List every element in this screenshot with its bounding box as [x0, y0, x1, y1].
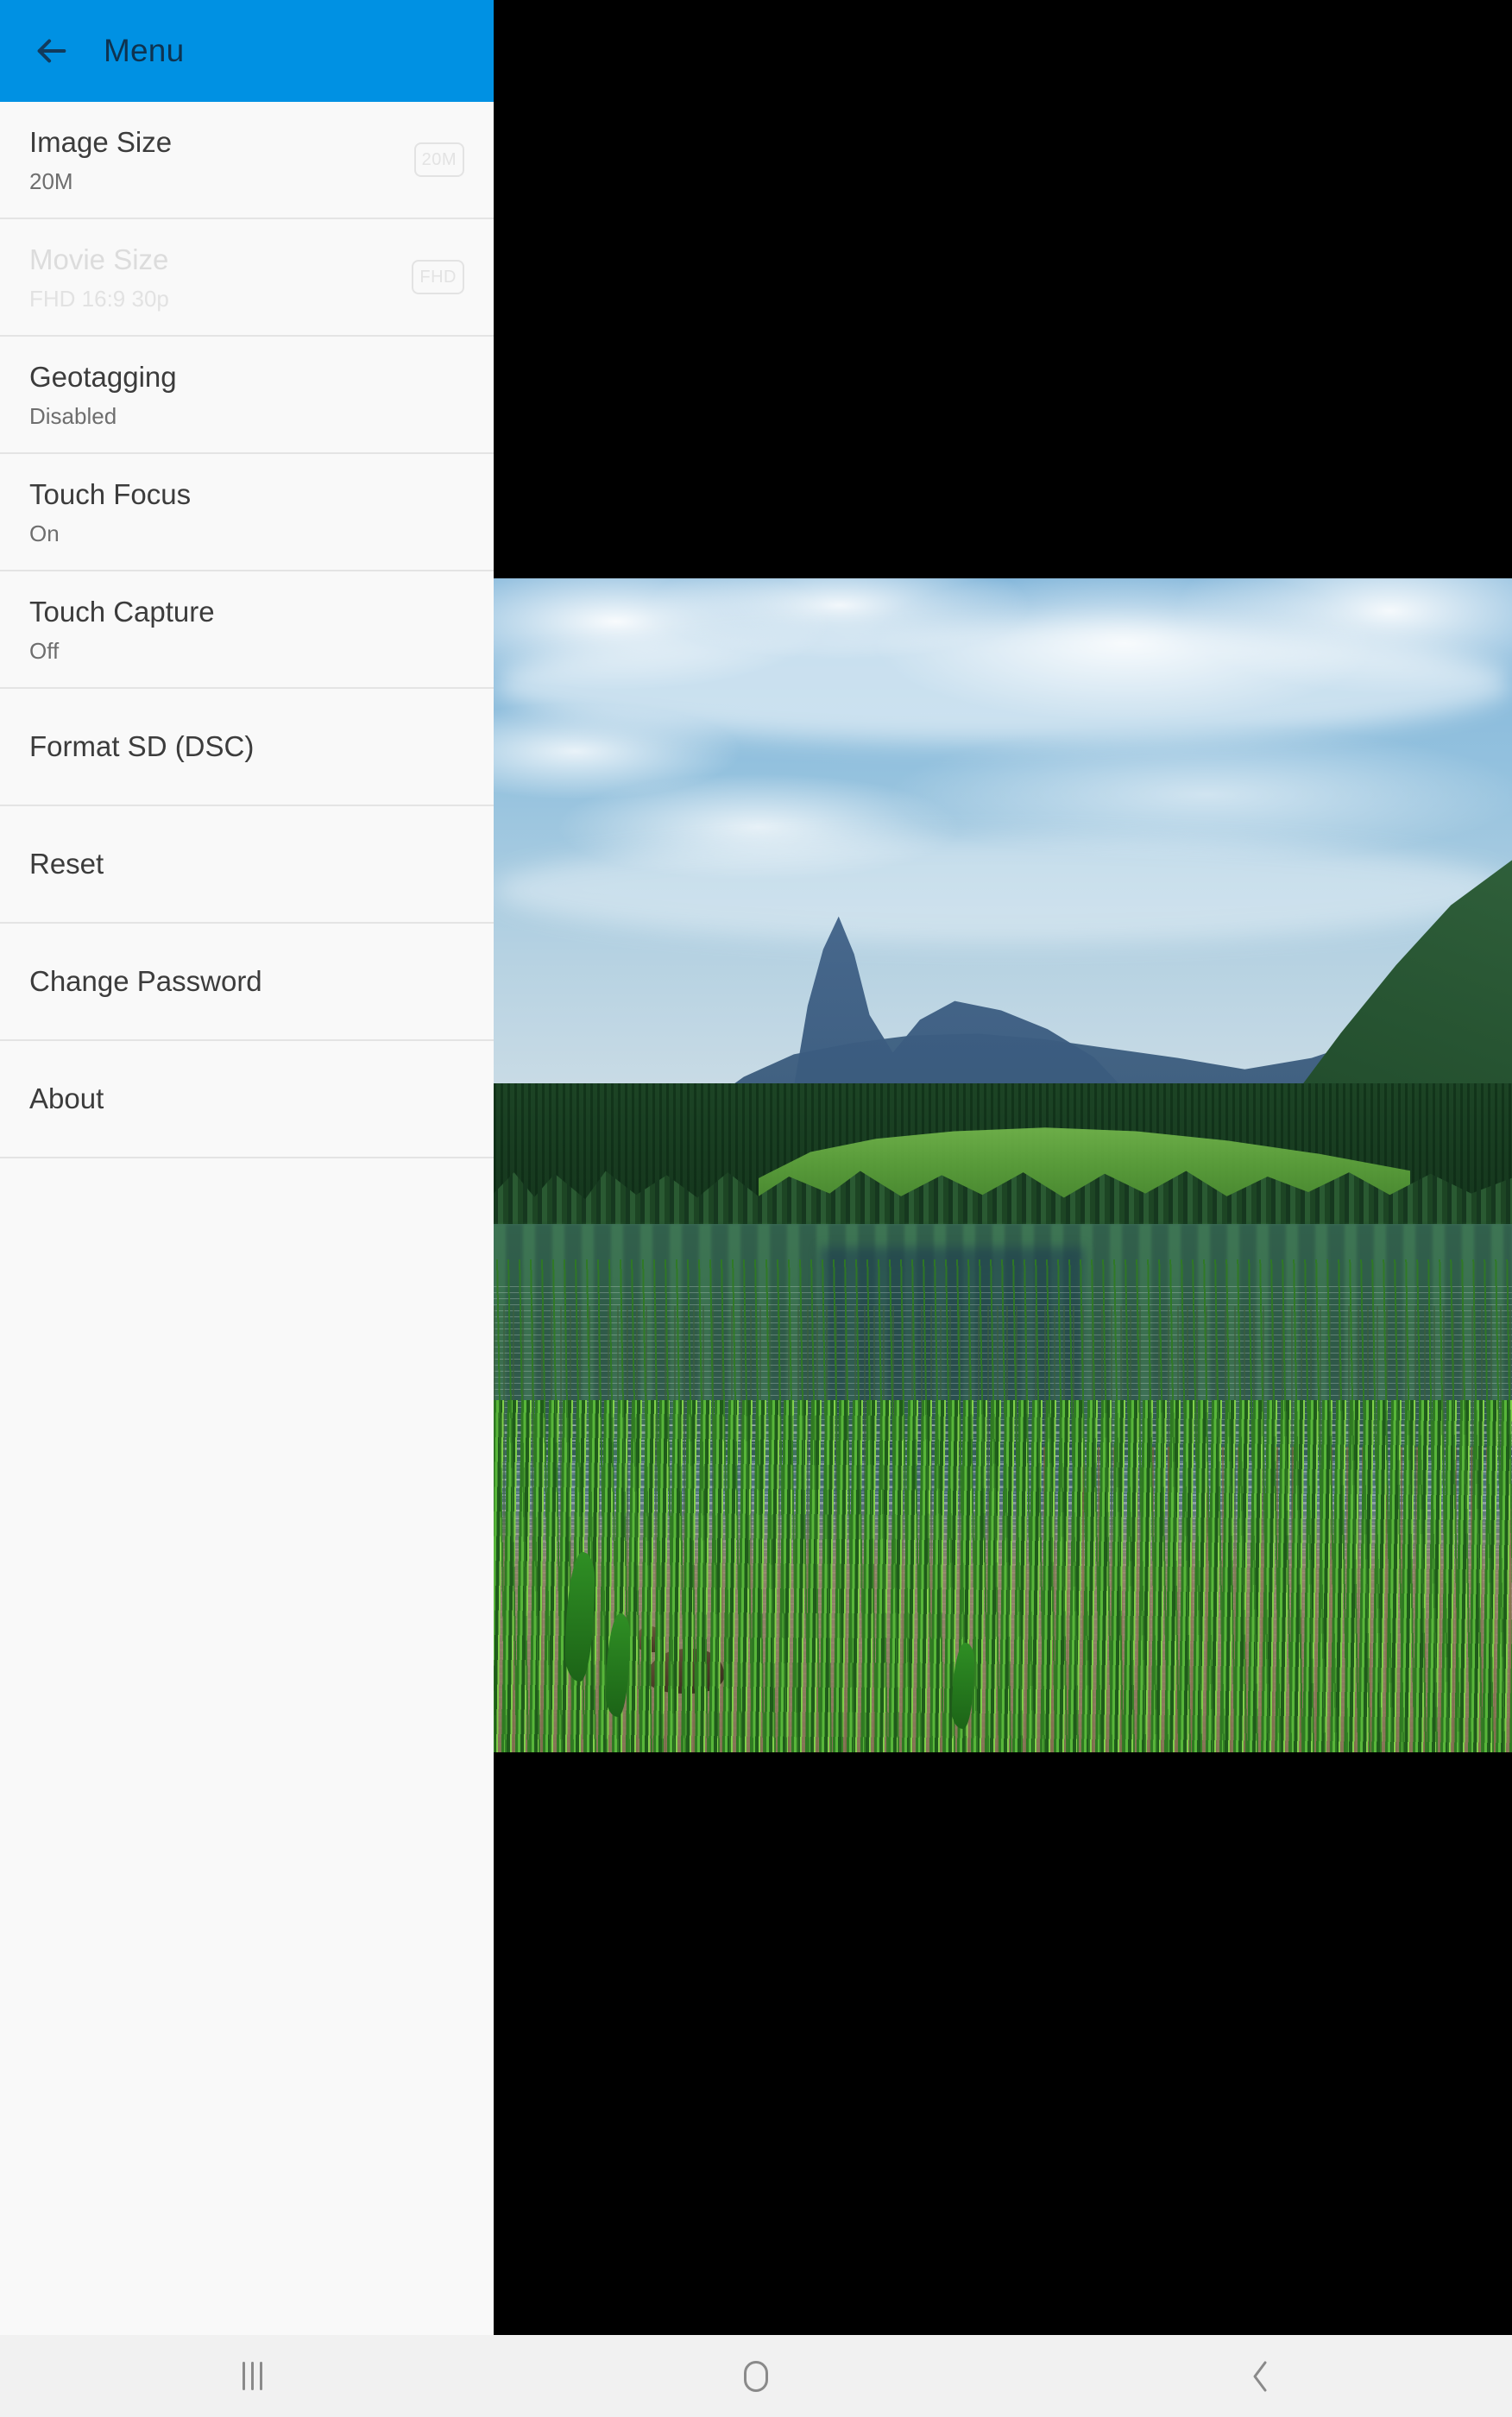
phone-screen: Menu Image Size 20M 20M Movie Size FHD 1…: [0, 0, 1512, 2417]
menu-empty-space: [0, 1158, 494, 2324]
menu-item-text: About: [29, 1081, 104, 1116]
settings-drawer: Menu Image Size 20M 20M Movie Size FHD 1…: [0, 0, 494, 2335]
cloud-band: [494, 625, 1512, 743]
home-button[interactable]: [504, 2335, 1008, 2417]
menu-item-touch-focus[interactable]: Touch Focus On: [0, 454, 494, 571]
cloud-band: [494, 836, 1512, 943]
menu-item-text: Geotagging Disabled: [29, 359, 177, 429]
chevron-left-icon: [1249, 2359, 1271, 2394]
menu-item-value: Disabled: [29, 402, 117, 429]
menu-item-change-password[interactable]: Change Password: [0, 924, 494, 1041]
menu-item-title: Movie Size: [29, 243, 169, 276]
movie-size-badge: FHD: [412, 260, 464, 294]
menu-item-movie-size: Movie Size FHD 16:9 30p FHD: [0, 219, 494, 337]
menu-item-title: Format SD (DSC): [29, 730, 255, 763]
menu-item-about[interactable]: About: [0, 1041, 494, 1158]
image-size-badge: 20M: [413, 142, 464, 177]
menu-item-title: Image Size: [29, 126, 173, 159]
menu-item-value: On: [29, 520, 60, 546]
recents-icon: [242, 2362, 262, 2390]
menu-item-reset[interactable]: Reset: [0, 806, 494, 924]
arrow-left-icon[interactable]: [31, 31, 71, 71]
foreground-grass-tall: [494, 1259, 1512, 1752]
menu-item-touch-capture[interactable]: Touch Capture Off: [0, 571, 494, 689]
recents-button[interactable]: [0, 2335, 504, 2417]
back-button[interactable]: [1008, 2335, 1512, 2417]
menu-item-title: Touch Capture: [29, 596, 215, 628]
menu-item-format-sd[interactable]: Format SD (DSC): [0, 689, 494, 806]
menu-item-image-size[interactable]: Image Size 20M 20M: [0, 102, 494, 219]
menu-item-geotagging[interactable]: Geotagging Disabled: [0, 337, 494, 454]
menu-item-text: Format SD (DSC): [29, 729, 254, 764]
menu-item-title: Reset: [29, 848, 104, 880]
menu-item-text: Touch Focus On: [29, 476, 191, 546]
app-bar: Menu: [0, 0, 494, 102]
menu-item-title: Geotagging: [29, 361, 177, 394]
menu-item-text: Touch Capture Off: [29, 594, 215, 664]
menu-item-value: FHD 16:9 30p: [29, 285, 169, 312]
menu-item-text: Reset: [29, 846, 104, 881]
page-title: Menu: [104, 33, 185, 68]
settings-menu-list: Image Size 20M 20M Movie Size FHD 16:9 3…: [0, 102, 494, 2324]
menu-item-title: About: [29, 1082, 104, 1115]
menu-item-title: Change Password: [29, 965, 262, 998]
menu-item-text: Image Size 20M: [29, 124, 172, 194]
menu-item-text: Movie Size FHD 16:9 30p: [29, 242, 169, 312]
photo-preview[interactable]: [494, 578, 1512, 1752]
system-navigation-bar: [0, 2335, 1512, 2417]
menu-item-value: 20M: [29, 167, 73, 194]
home-icon: [744, 2360, 768, 2392]
menu-item-title: Touch Focus: [29, 478, 192, 511]
menu-item-text: Change Password: [29, 963, 262, 999]
menu-item-value: Off: [29, 637, 60, 664]
